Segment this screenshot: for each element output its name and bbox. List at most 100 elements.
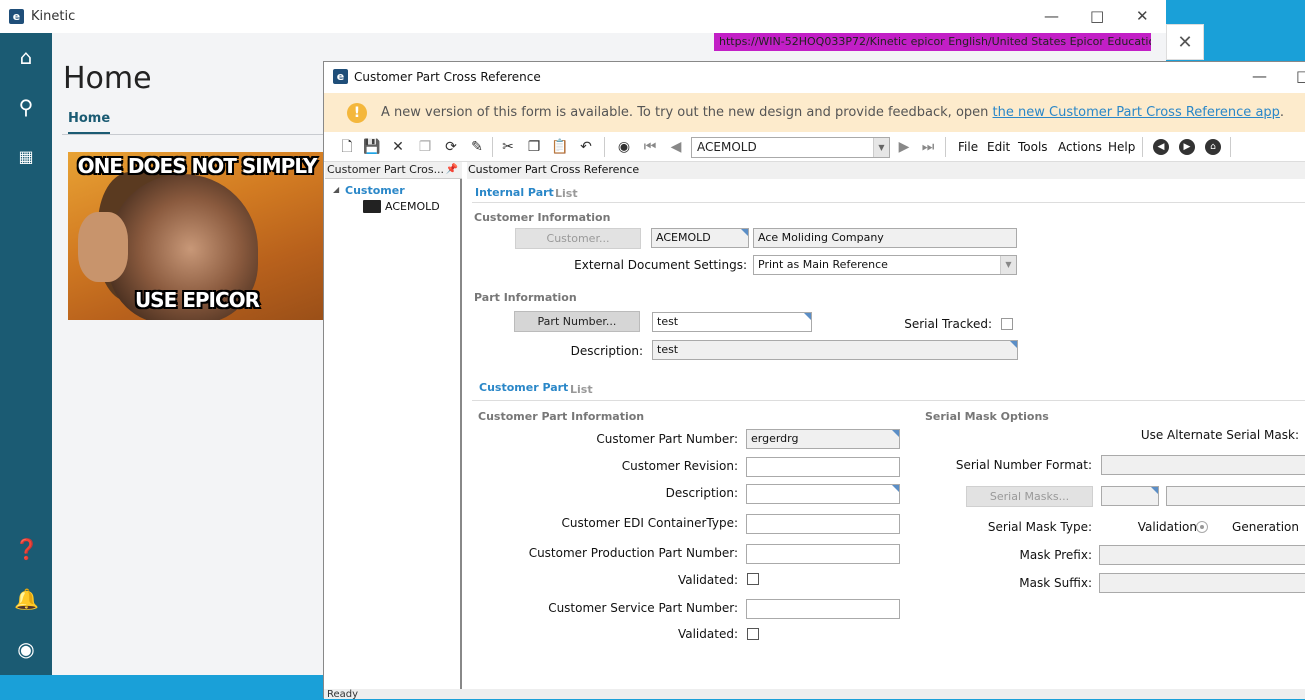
kinetic-sidebar: ⌂ ⚲ ▦ ❓ 🔔 ◉	[0, 33, 52, 698]
home-icon[interactable]: ⌂	[1205, 139, 1221, 155]
clear-icon[interactable]: ✎	[468, 138, 486, 156]
field-corner-marker	[741, 229, 748, 236]
mask-suffix-field[interactable]	[1099, 573, 1305, 593]
serial-mask-description-field[interactable]	[1166, 486, 1305, 506]
tab-list-2[interactable]: List	[570, 383, 593, 396]
validated-2-checkbox[interactable]	[747, 628, 759, 640]
serial-masks-button[interactable]: Serial Masks...	[966, 486, 1093, 507]
tree-node-acemold[interactable]: ACEMOLD	[385, 200, 440, 213]
minimize-icon[interactable]: —	[1044, 6, 1059, 26]
erp-window-title: Customer Part Cross Reference	[354, 70, 541, 84]
meme-image: ONE DOES NOT SIMPLY USE EPICOR	[68, 152, 326, 320]
refresh-icon[interactable]: ⟳	[442, 138, 460, 156]
generation-label: Generation	[1232, 520, 1299, 534]
home-icon[interactable]: ⌂	[14, 45, 38, 69]
customer-revision-field[interactable]	[746, 457, 900, 477]
serial-mask-id-field[interactable]	[1101, 486, 1159, 506]
external-document-select[interactable]: Print as Main Reference ▼	[753, 255, 1017, 275]
chevron-down-icon[interactable]: ▼	[1000, 256, 1016, 274]
delete-icon[interactable]: ✕	[389, 138, 407, 156]
epicor-logo-icon: e	[9, 9, 24, 24]
copy-icon[interactable]: ❐	[416, 138, 434, 156]
folder-icon	[363, 200, 381, 213]
copy-clip-icon[interactable]: ❐	[525, 138, 543, 156]
expand-icon[interactable]: ◢	[333, 185, 339, 194]
user-icon[interactable]: ◉	[14, 637, 38, 661]
menu-file[interactable]: File	[958, 140, 978, 154]
customer-id-field[interactable]: ACEMOLD	[651, 228, 749, 248]
help-icon[interactable]: ❓	[14, 537, 39, 561]
close-icon[interactable]: ✕	[1166, 24, 1204, 60]
serial-mask-type-label: Serial Mask Type:	[987, 520, 1092, 534]
customer-name-field[interactable]: Ace Moliding Company	[753, 228, 1017, 248]
customer-part-information-heading: Customer Part Information	[478, 410, 645, 423]
serial-tracked-checkbox[interactable]	[1001, 318, 1013, 330]
pin-icon[interactable]: 📌	[446, 162, 458, 178]
bell-icon[interactable]: 🔔	[14, 587, 39, 611]
apps-grid-icon[interactable]: ▦	[14, 145, 38, 169]
field-corner-marker	[804, 313, 811, 320]
customer-part-number-field[interactable]: ergerdrg	[746, 429, 900, 449]
forward-icon[interactable]: ▶	[1179, 139, 1195, 155]
service-part-number-label: Customer Service Part Number:	[548, 601, 738, 615]
menu-tools[interactable]: Tools	[1018, 140, 1048, 154]
maximize-icon[interactable]: □	[1090, 6, 1104, 26]
search-icon[interactable]: ⚲	[14, 95, 38, 119]
edi-container-type-field[interactable]	[746, 514, 900, 534]
production-part-number-field[interactable]	[746, 544, 900, 564]
validated-label: Validated:	[677, 573, 738, 587]
toolbar-separator	[492, 137, 493, 157]
chevron-down-icon[interactable]: ▼	[873, 138, 889, 157]
customer-button[interactable]: Customer...	[515, 228, 641, 249]
close-icon[interactable]: ✕	[1136, 6, 1149, 26]
production-part-number-label: Customer Production Part Number:	[528, 546, 738, 560]
tab-customer-part[interactable]: Customer Part	[479, 381, 569, 394]
mask-prefix-field[interactable]	[1099, 545, 1305, 565]
back-icon[interactable]: ◀	[1153, 139, 1169, 155]
paste-icon[interactable]: 📋	[551, 138, 569, 156]
tree-node-customer[interactable]: Customer	[345, 184, 405, 197]
serial-mask-options-heading: Serial Mask Options	[925, 410, 1049, 423]
menu-help[interactable]: Help	[1108, 140, 1135, 154]
minimize-icon[interactable]: —	[1252, 66, 1267, 86]
first-record-icon[interactable]: ⏮	[641, 138, 659, 156]
tab-home[interactable]: Home	[68, 111, 111, 135]
next-record-icon[interactable]: ▶	[895, 138, 913, 156]
serial-tracked-label: Serial Tracked:	[904, 317, 992, 331]
new-app-link[interactable]: the new Customer Part Cross Reference ap…	[993, 105, 1280, 120]
save-icon[interactable]: 💾	[363, 138, 381, 156]
toolbar-separator	[604, 137, 605, 157]
validated-checkbox[interactable]	[747, 573, 759, 585]
menu-actions[interactable]: Actions	[1058, 140, 1102, 154]
menu-edit[interactable]: Edit	[987, 140, 1010, 154]
meme-hand	[78, 212, 128, 282]
maximize-icon[interactable]: □	[1296, 66, 1305, 86]
field-corner-marker	[892, 485, 899, 492]
description-field[interactable]: test	[652, 340, 1018, 360]
tab-list[interactable]: List	[555, 187, 578, 200]
undo-icon[interactable]: ↶	[577, 138, 595, 156]
customer-description-field[interactable]	[746, 484, 900, 504]
warning-icon: !	[347, 103, 367, 123]
record-selector[interactable]: ACEMOLD ▼	[691, 137, 890, 158]
new-icon[interactable]: 🗋	[338, 138, 356, 156]
edi-container-type-label: Customer EDI ContainerType:	[561, 516, 738, 530]
part-number-button[interactable]: Part Number...	[514, 311, 640, 332]
kinetic-app-title: Kinetic	[31, 9, 76, 24]
binoculars-icon[interactable]: ◉	[615, 138, 633, 156]
last-record-icon[interactable]: ⏭	[919, 138, 937, 156]
serial-number-format-field[interactable]	[1101, 455, 1305, 475]
field-corner-marker	[1151, 487, 1158, 494]
part-number-field[interactable]: test	[652, 312, 812, 332]
previous-record-icon[interactable]: ◀	[667, 138, 685, 156]
cut-icon[interactable]: ✂	[499, 138, 517, 156]
customer-revision-label: Customer Revision:	[621, 459, 738, 473]
tab-internal-part[interactable]: Internal Part	[475, 186, 554, 199]
mask-prefix-label: Mask Prefix:	[1019, 548, 1092, 562]
use-alternate-serial-mask-label: Use Alternate Serial Mask:	[1140, 428, 1299, 442]
validation-radio[interactable]	[1196, 521, 1208, 533]
kinetic-titlebar: e Kinetic — □ ✕	[0, 0, 1166, 33]
epicor-logo-icon: e	[333, 69, 348, 84]
detail-panel: Customer Part Cross Reference Internal P…	[467, 162, 1305, 699]
service-part-number-field[interactable]	[746, 599, 900, 619]
